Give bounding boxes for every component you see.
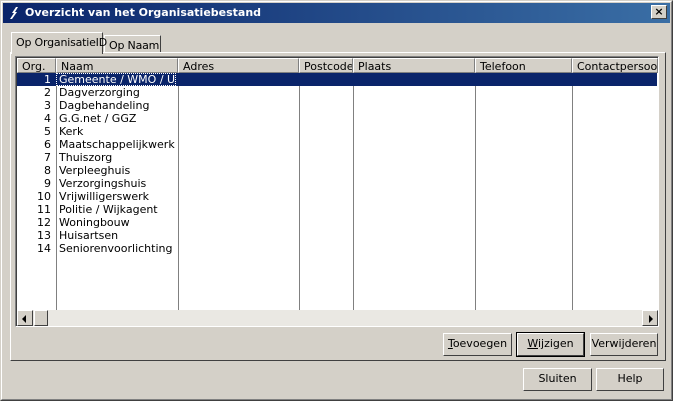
organisation-grid[interactable]: Org. Naam Adres Postcode Plaats Telefoon… (15, 56, 659, 327)
title-bar[interactable]: Overzicht van het Organisatiebestand × (3, 3, 670, 23)
cell-org-id: 8 (44, 164, 51, 177)
cell-org-id: 2 (44, 86, 51, 99)
table-row[interactable]: 8 Verpleeghuis (17, 164, 657, 177)
verwijderen-button[interactable]: Verwijderen (590, 333, 658, 356)
table-row[interactable]: 12 Woningbouw (17, 216, 657, 229)
wijzigen-mnemonic: W (527, 337, 538, 350)
table-row[interactable]: 7 Thuiszorg (17, 151, 657, 164)
tab-label: Op OrganisatieID (16, 36, 107, 49)
cell-org-id: 4 (44, 112, 51, 125)
cell-naam: Dagverzorging (59, 86, 140, 99)
cell-naam: Seniorenvoorlichting (59, 242, 173, 255)
cell-naam: Maatschappelijkwerk /Sc (59, 138, 176, 151)
column-header-org[interactable]: Org. (17, 58, 56, 73)
table-row[interactable]: 9 Verzorgingshuis (17, 177, 657, 190)
cell-org-id: 5 (44, 125, 51, 138)
wijzigen-label: ijzigen (537, 337, 574, 350)
tab-op-organisatieid[interactable]: Op OrganisatieID (11, 32, 107, 54)
tab-label: Op Naam (109, 39, 160, 52)
cell-org-id: 11 (37, 203, 51, 216)
cell-naam: Verzorgingshuis (59, 177, 147, 190)
cell-org-id: 12 (37, 216, 51, 229)
cell-org-id: 14 (37, 242, 51, 255)
cell-org-id: 10 (37, 190, 51, 203)
verwijderen-label: Verwijderen (591, 337, 657, 350)
close-icon: × (654, 5, 664, 18)
horizontal-scrollbar[interactable] (17, 310, 658, 326)
cell-naam: Gemeente / WMO / Uitk (56, 73, 176, 86)
table-row[interactable]: 3 Dagbehandeling (17, 99, 657, 112)
table-row[interactable]: 14 Seniorenvoorlichting (17, 242, 657, 255)
table-row[interactable]: 4 G.G.net / GGZ (17, 112, 657, 125)
main-window: Overzicht van het Organisatiebestand × O… (0, 0, 673, 401)
cell-org-id: 6 (44, 138, 51, 151)
arrow-right-icon (649, 315, 653, 323)
table-row[interactable]: 13 Huisartsen (17, 229, 657, 242)
cell-org-id: 9 (44, 177, 51, 190)
column-header-contactpersoon[interactable]: Contactpersoon (572, 58, 658, 73)
help-label: Help (617, 372, 643, 385)
toevoegen-button[interactable]: Toevoegen (443, 333, 512, 356)
cell-org-id: 1 (44, 73, 51, 86)
wijzigen-button[interactable]: Wijzigen (516, 332, 585, 357)
scroll-thumb[interactable] (34, 310, 48, 326)
window-title: Overzicht van het Organisatiebestand (25, 6, 262, 19)
column-header-telefoon[interactable]: Telefoon (475, 58, 572, 73)
sluiten-button[interactable]: Sluiten (523, 368, 592, 391)
scroll-right-button[interactable] (642, 310, 658, 326)
cell-org-id: 3 (44, 99, 51, 112)
app-icon (7, 5, 21, 21)
cell-naam: Vrijwilligerswerk (59, 190, 150, 203)
help-button[interactable]: Help (596, 368, 664, 391)
column-header-adres[interactable]: Adres (178, 58, 299, 73)
arrow-left-icon (22, 315, 26, 323)
cell-naam: Verpleeghuis (59, 164, 131, 177)
table-row[interactable]: 10 Vrijwilligerswerk (17, 190, 657, 203)
cell-naam: Politie / Wijkagent (59, 203, 158, 216)
cell-naam: Dagbehandeling (59, 99, 150, 112)
sluiten-label: Sluiten (538, 372, 577, 385)
cell-naam: G.G.net / GGZ (59, 112, 137, 125)
cell-naam: Thuiszorg (59, 151, 113, 164)
table-row[interactable]: 11 Politie / Wijkagent (17, 203, 657, 216)
column-header-naam[interactable]: Naam (56, 58, 178, 73)
toevoegen-label: oevoegen (452, 337, 508, 350)
cell-naam: Huisartsen (59, 229, 119, 242)
cell-org-id: 7 (44, 151, 51, 164)
close-button[interactable]: × (651, 5, 667, 19)
table-row[interactable]: 2 Dagverzorging (17, 86, 657, 99)
cell-naam: Woningbouw (59, 216, 130, 229)
table-row[interactable]: 5 Kerk (17, 125, 657, 138)
cell-naam: Kerk (59, 125, 84, 138)
table-row[interactable]: 1 Gemeente / WMO / Uitk (17, 73, 657, 86)
column-header-postcode[interactable]: Postcode (299, 58, 353, 73)
scroll-left-button[interactable] (17, 310, 33, 326)
column-header-plaats[interactable]: Plaats (353, 58, 475, 73)
table-row[interactable]: 6 Maatschappelijkwerk /Sc (17, 138, 657, 151)
cell-org-id: 13 (37, 229, 51, 242)
